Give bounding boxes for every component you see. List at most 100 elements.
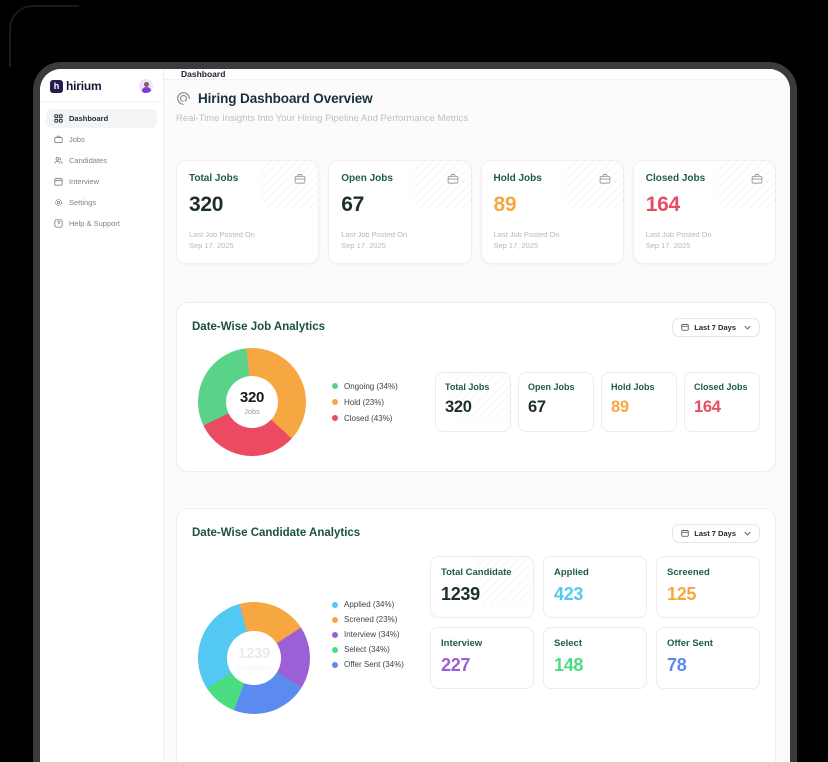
legend-item-hold: Hold (23%) bbox=[332, 398, 398, 407]
card-select: Select 148 bbox=[543, 627, 647, 689]
user-avatar[interactable] bbox=[139, 79, 153, 93]
overview-title: Hiring Dashboard Overview bbox=[198, 91, 373, 106]
candidate-range-label: Last 7 Days bbox=[694, 529, 736, 538]
jobs-donut-label: Jobs bbox=[244, 407, 260, 416]
briefcase-icon bbox=[294, 173, 306, 185]
job-analytics-panel: Date-Wise Job Analytics Last 7 Days 320 … bbox=[176, 302, 776, 472]
job-range-label: Last 7 Days bbox=[694, 323, 736, 332]
sidebar-item-label: Jobs bbox=[69, 135, 85, 144]
stat-card-note: Last Job Posted OnSep 17, 2025 bbox=[189, 230, 306, 251]
logo-icon: h bbox=[50, 80, 63, 93]
jobs-donut-chart: 320 Jobs bbox=[198, 348, 306, 456]
legend-item-applied: Applied (34%) bbox=[332, 600, 404, 609]
sidebar-nav: Dashboard Jobs Candidates Interview Sett… bbox=[40, 102, 163, 242]
candidate-cards: Total Candidate 1239 Applied 423 Screene… bbox=[430, 556, 760, 689]
sidebar-item-dashboard[interactable]: Dashboard bbox=[46, 109, 157, 128]
candidates-donut-chart: 1239 Candidates bbox=[198, 602, 310, 714]
gear-icon bbox=[54, 198, 63, 207]
calendar-icon bbox=[681, 323, 689, 331]
legend-item-closed: Closed (43%) bbox=[332, 414, 398, 423]
legend-dot bbox=[332, 383, 338, 389]
card-total-candidate: Total Candidate 1239 bbox=[430, 556, 534, 618]
sidebar-item-candidates[interactable]: Candidates bbox=[46, 151, 157, 170]
mini-card-hold-jobs: Hold Jobs 89 bbox=[601, 372, 677, 432]
job-analytics-title: Date-Wise Job Analytics bbox=[192, 321, 325, 333]
sidebar-item-label: Help & Support bbox=[69, 219, 120, 228]
stat-cards-row: Total Jobs 320 Last Job Posted OnSep 17,… bbox=[176, 160, 776, 264]
calendar-icon bbox=[681, 529, 689, 537]
legend-item-interview: Interview (34%) bbox=[332, 630, 404, 639]
legend-dot bbox=[332, 415, 338, 421]
stat-card-title: Hold Jobs bbox=[494, 173, 542, 184]
legend-item-screened: Screned (23%) bbox=[332, 615, 404, 624]
stat-card-closed-jobs: Closed Jobs 164 Last Job Posted OnSep 17… bbox=[633, 160, 776, 264]
sidebar-item-help[interactable]: Help & Support bbox=[46, 214, 157, 233]
brand-name: hirium bbox=[66, 79, 101, 93]
legend-dot bbox=[332, 617, 338, 623]
briefcase-icon bbox=[599, 173, 611, 185]
stat-card-title: Open Jobs bbox=[341, 173, 393, 184]
candidates-legend: Applied (34%) Screned (23%) Interview (3… bbox=[332, 600, 404, 669]
candidate-analytics-panel: Date-Wise Candidate Analytics Last 7 Day… bbox=[176, 508, 776, 762]
device-window: h hirium Dashboard Jobs Candidates Inter… bbox=[33, 62, 797, 762]
mini-card-total-jobs: Total Jobs 320 bbox=[435, 372, 511, 432]
stat-card-total-jobs: Total Jobs 320 Last Job Posted OnSep 17,… bbox=[176, 160, 319, 264]
stat-card-value: 164 bbox=[646, 193, 763, 217]
stat-card-note: Last Job Posted OnSep 17, 2025 bbox=[494, 230, 611, 251]
candidates-donut-label: Candidates bbox=[235, 663, 273, 672]
sidebar-item-interview[interactable]: Interview bbox=[46, 172, 157, 191]
legend-item-ongoing: Ongoing (34%) bbox=[332, 382, 398, 391]
chevron-down-icon bbox=[744, 531, 751, 536]
jobs-legend: Ongoing (34%) Hold (23%) Closed (43%) bbox=[332, 382, 398, 423]
stat-card-value: 320 bbox=[189, 193, 306, 217]
stat-card-value: 67 bbox=[341, 193, 458, 217]
chevron-down-icon bbox=[744, 325, 751, 330]
mini-card-open-jobs: Open Jobs 67 bbox=[518, 372, 594, 432]
sidebar-item-label: Candidates bbox=[69, 156, 107, 165]
calendar-icon bbox=[54, 177, 63, 186]
card-interview: Interview 227 bbox=[430, 627, 534, 689]
stat-card-title: Total Jobs bbox=[189, 173, 238, 184]
main-area: Dashboard Hiring Dashboard Overview Real… bbox=[164, 69, 790, 762]
job-range-dropdown[interactable]: Last 7 Days bbox=[672, 318, 760, 337]
mini-card-closed-jobs: Closed Jobs 164 bbox=[684, 372, 760, 432]
sidebar-item-label: Interview bbox=[69, 177, 99, 186]
stat-card-hold-jobs: Hold Jobs 89 Last Job Posted OnSep 17, 2… bbox=[481, 160, 624, 264]
swirl-icon bbox=[176, 91, 191, 106]
briefcase-icon bbox=[751, 173, 763, 185]
card-applied: Applied 423 bbox=[543, 556, 647, 618]
sidebar-item-label: Settings bbox=[69, 198, 96, 207]
candidate-analytics-title: Date-Wise Candidate Analytics bbox=[192, 527, 360, 539]
stat-card-note: Last Job Posted OnSep 17, 2025 bbox=[341, 230, 458, 251]
legend-item-select: Select (34%) bbox=[332, 645, 404, 654]
legend-dot bbox=[332, 647, 338, 653]
card-screened: Screened 125 bbox=[656, 556, 760, 618]
overview-subtitle: Real-Time Insights Into Your Hiring Pipe… bbox=[176, 113, 776, 124]
sidebar-item-settings[interactable]: Settings bbox=[46, 193, 157, 212]
candidates-donut-value: 1239 bbox=[238, 645, 270, 662]
sidebar-item-jobs[interactable]: Jobs bbox=[46, 130, 157, 149]
stat-card-open-jobs: Open Jobs 67 Last Job Posted OnSep 17, 2… bbox=[328, 160, 471, 264]
card-offer-sent: Offer Sent 78 bbox=[656, 627, 760, 689]
stat-card-title: Closed Jobs bbox=[646, 173, 705, 184]
jobs-donut-value: 320 bbox=[240, 389, 264, 406]
briefcase-icon bbox=[447, 173, 459, 185]
candidate-range-dropdown[interactable]: Last 7 Days bbox=[672, 524, 760, 543]
legend-dot bbox=[332, 602, 338, 608]
topbar: Dashboard bbox=[164, 69, 790, 80]
sidebar-item-label: Dashboard bbox=[69, 114, 108, 123]
background-corner-accent bbox=[9, 5, 79, 67]
legend-dot bbox=[332, 662, 338, 668]
legend-dot bbox=[332, 632, 338, 638]
sidebar: h hirium Dashboard Jobs Candidates Inter… bbox=[40, 69, 164, 762]
logo-row: h hirium bbox=[40, 69, 163, 102]
legend-dot bbox=[332, 399, 338, 405]
stat-card-note: Last Job Posted OnSep 17, 2025 bbox=[646, 230, 763, 251]
jobs-mini-cards: Total Jobs 320 Open Jobs 67 Hold Jobs 89 bbox=[435, 372, 760, 432]
grid-icon bbox=[54, 114, 63, 123]
briefcase-icon bbox=[54, 135, 63, 144]
stat-card-value: 89 bbox=[494, 193, 611, 217]
legend-item-offer-sent: Offer Sent (34%) bbox=[332, 660, 404, 669]
users-icon bbox=[54, 156, 63, 165]
page-title: Dashboard bbox=[181, 69, 225, 79]
